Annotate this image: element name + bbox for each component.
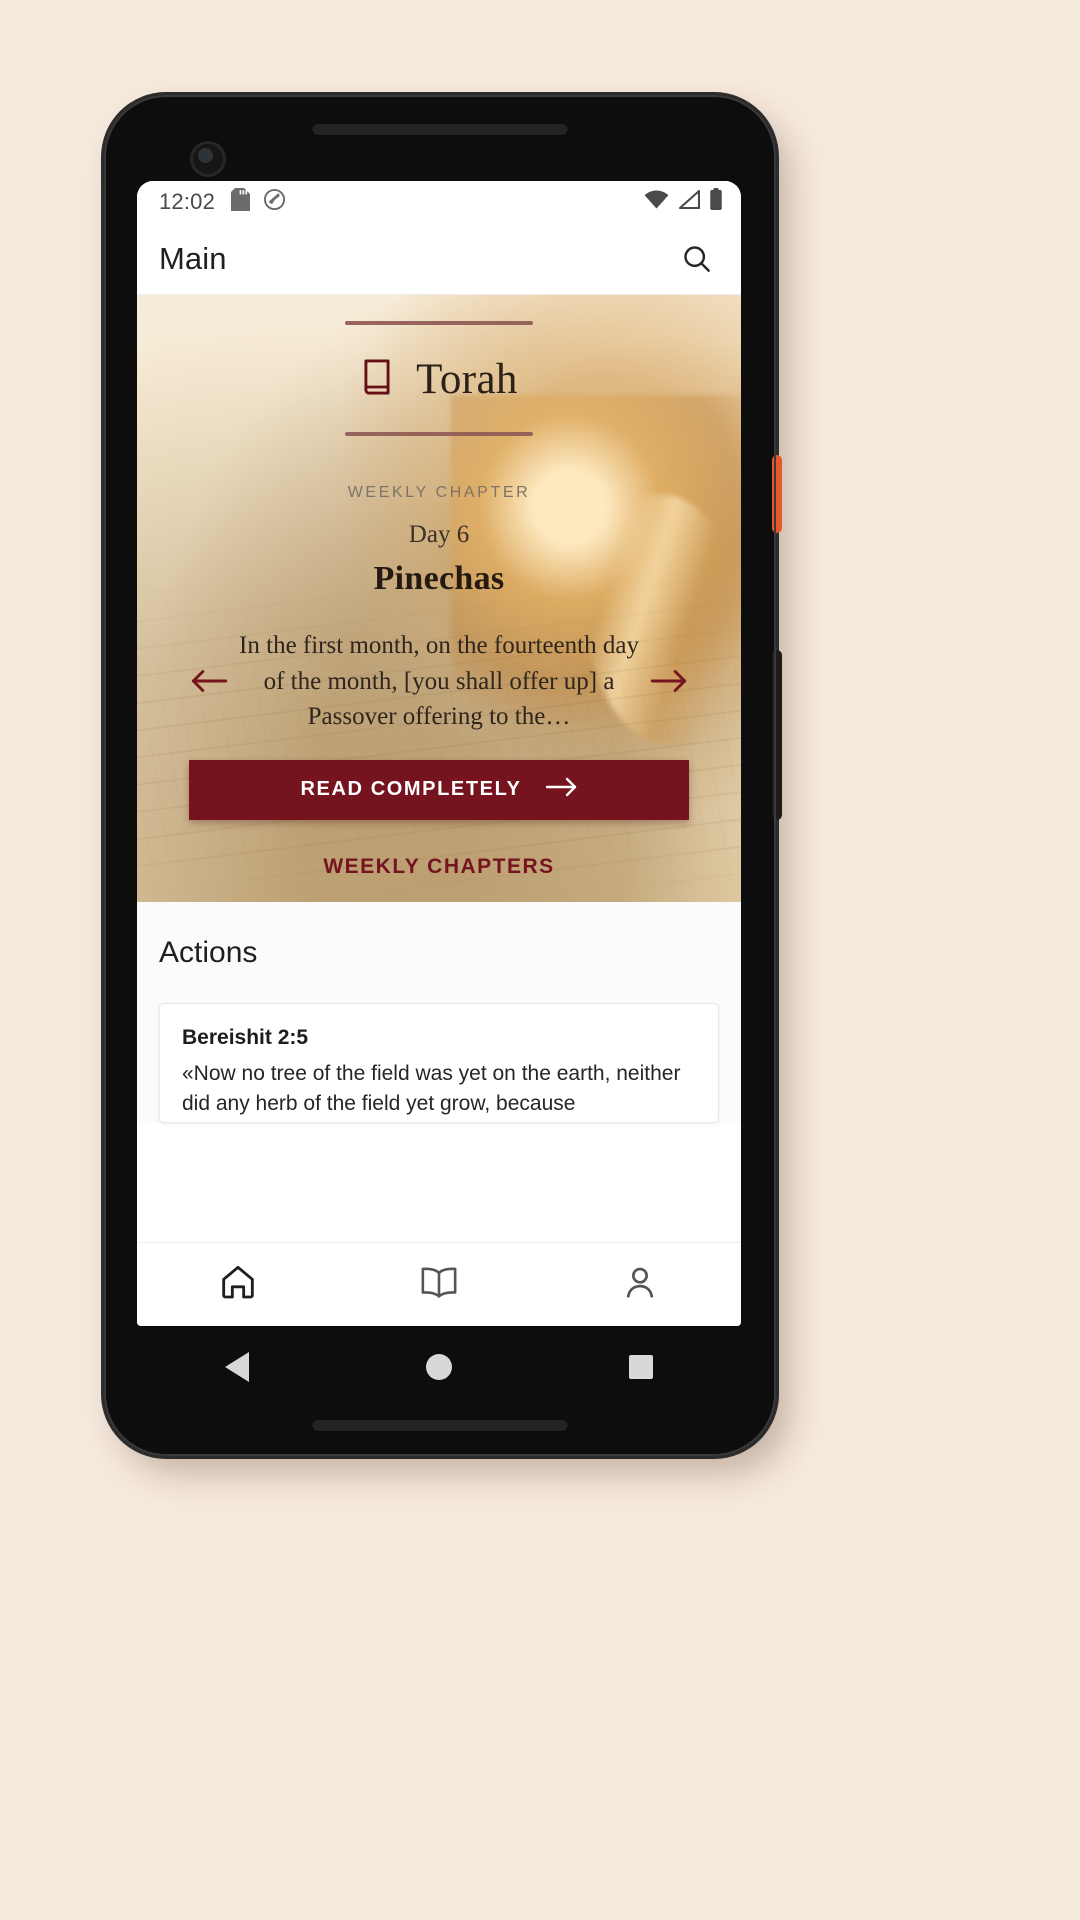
weekly-chapters-link[interactable]: WEEKLY CHAPTERS bbox=[137, 855, 741, 879]
arrow-right-icon[interactable] bbox=[639, 667, 699, 695]
torah-section-title: Torah bbox=[416, 356, 518, 403]
page-title: Main bbox=[159, 240, 227, 276]
sd-card-icon bbox=[231, 188, 251, 216]
status-time: 12:02 bbox=[159, 189, 216, 214]
verse-card[interactable]: Bereishit 2:5 «Now no tree of the field … bbox=[159, 1003, 719, 1123]
power-button[interactable] bbox=[772, 455, 782, 533]
actions-title: Actions bbox=[159, 936, 258, 969]
volume-button[interactable] bbox=[772, 650, 782, 820]
earpiece-speaker bbox=[312, 124, 568, 135]
home-circle-icon[interactable] bbox=[425, 1354, 452, 1380]
torah-section-header: Torah bbox=[137, 355, 741, 404]
bottom-speaker bbox=[312, 1420, 568, 1431]
verse-card-reference: Bereishit 2:5 bbox=[182, 1026, 309, 1049]
status-bar: 12:02 bbox=[137, 181, 741, 223]
day-label: Day 6 bbox=[408, 521, 470, 548]
divider-bottom bbox=[345, 432, 533, 436]
nav-item-profile[interactable] bbox=[540, 1243, 741, 1326]
search-icon[interactable] bbox=[673, 236, 719, 282]
arrow-left-icon[interactable] bbox=[179, 667, 239, 695]
weekly-chapter-kicker: WEEKLY CHAPTER bbox=[347, 484, 531, 501]
bottom-navigation bbox=[137, 1242, 741, 1326]
book-icon bbox=[360, 359, 394, 400]
actions-section: Actions Bereishit 2:5 «Now no tree of th… bbox=[137, 902, 741, 1123]
read-completely-button[interactable]: READ COMPLETELY bbox=[189, 759, 689, 820]
read-completely-label: READ COMPLETELY bbox=[300, 778, 522, 800]
phone-frame: 12:02 Main Torah WEEKLY CHAPTER Day 6 Pi… bbox=[104, 95, 782, 1456]
divider-top bbox=[345, 321, 533, 325]
front-camera bbox=[190, 141, 226, 177]
open-book-icon bbox=[418, 1262, 460, 1307]
parasha-name: Pinechas bbox=[373, 560, 505, 597]
home-icon bbox=[218, 1262, 258, 1307]
arrow-right-icon bbox=[545, 776, 578, 803]
do-not-disturb-icon bbox=[263, 188, 286, 216]
recents-square-icon[interactable] bbox=[628, 1355, 653, 1379]
wifi-icon bbox=[644, 190, 669, 214]
nav-item-home[interactable] bbox=[137, 1243, 338, 1326]
verse-card-text: «Now no tree of the field was yet on the… bbox=[182, 1062, 681, 1116]
nav-item-library[interactable] bbox=[338, 1243, 539, 1326]
person-icon bbox=[621, 1262, 659, 1307]
battery-icon bbox=[709, 188, 723, 216]
torah-hero-card: Torah WEEKLY CHAPTER Day 6 Pinechas In t… bbox=[137, 295, 741, 902]
cellular-signal-icon bbox=[678, 189, 701, 214]
android-navigation-bar bbox=[137, 1324, 741, 1410]
phone-screen: 12:02 Main Torah WEEKLY CHAPTER Day 6 Pi… bbox=[137, 181, 741, 1326]
verse-carousel: In the first month, on the fourteenth da… bbox=[137, 628, 741, 735]
app-bar: Main bbox=[137, 223, 741, 295]
back-triangle-icon[interactable] bbox=[225, 1352, 250, 1382]
verse-preview-text: In the first month, on the fourteenth da… bbox=[239, 632, 639, 730]
